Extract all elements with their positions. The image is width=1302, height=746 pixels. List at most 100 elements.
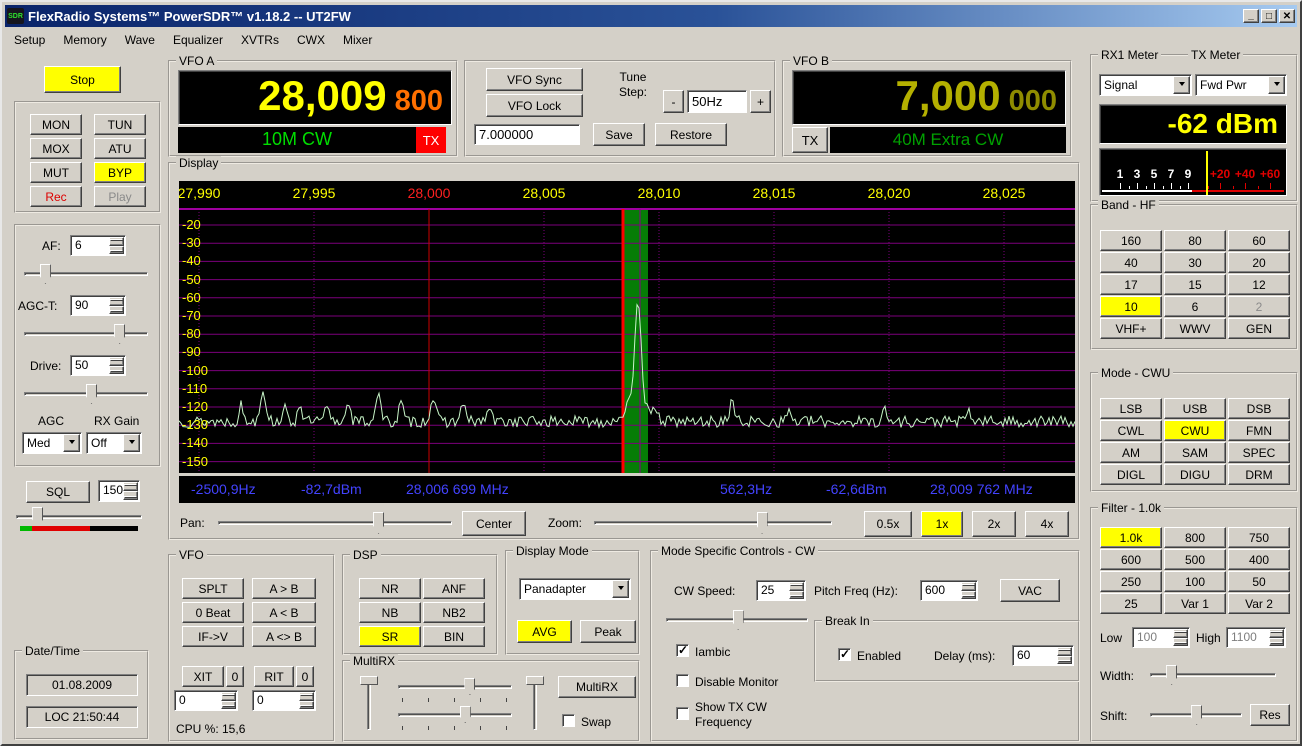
mode-button-digu[interactable]: DIGU bbox=[1164, 464, 1226, 485]
chevron-down-icon[interactable] bbox=[63, 434, 80, 452]
filter-button-100[interactable]: 100 bbox=[1164, 571, 1226, 592]
rx-meter-select[interactable]: Signal bbox=[1099, 74, 1192, 96]
zoom-button-0.5x[interactable]: 0.5x bbox=[864, 511, 912, 537]
band-button-80[interactable]: 80 bbox=[1164, 230, 1226, 251]
memory-frequency-field[interactable]: 7.000000 bbox=[474, 124, 580, 145]
filter-low-spinner[interactable]: 100 bbox=[1132, 627, 1190, 648]
dsp-button-anf[interactable]: ANF bbox=[423, 578, 485, 599]
left-button-mox[interactable]: MOX bbox=[30, 138, 82, 159]
dsp-button-nr[interactable]: NR bbox=[359, 578, 421, 599]
xit-spinner[interactable]: 0 bbox=[174, 690, 238, 711]
filter-button-50[interactable]: 50 bbox=[1228, 571, 1290, 592]
cw-speed-spinner[interactable]: 25 bbox=[756, 580, 806, 601]
pan-slider[interactable] bbox=[216, 512, 454, 534]
chevron-down-icon[interactable] bbox=[1268, 76, 1285, 94]
menu-item-wave[interactable]: Wave bbox=[116, 31, 164, 49]
rit-spinner[interactable]: 0 bbox=[252, 690, 316, 711]
break-in-enabled-checkbox[interactable] bbox=[838, 648, 851, 661]
vfo-button-splt[interactable]: SPLT bbox=[182, 578, 244, 599]
af-spinner[interactable]: 6 bbox=[70, 235, 126, 256]
vfo-a-tx-indicator[interactable]: TX bbox=[416, 127, 446, 153]
left-button-mut[interactable]: MUT bbox=[30, 162, 82, 183]
xit-zero-button[interactable]: 0 bbox=[226, 666, 244, 687]
sql-button[interactable]: SQL bbox=[26, 481, 90, 503]
filter-button-1.0k[interactable]: 1.0k bbox=[1100, 527, 1162, 548]
band-button-12[interactable]: 12 bbox=[1228, 274, 1290, 295]
mode-button-drm[interactable]: DRM bbox=[1228, 464, 1290, 485]
multirx-pan-slider-2[interactable] bbox=[396, 706, 514, 723]
vfo-b-frequency-display[interactable]: 7,000000 bbox=[792, 70, 1066, 125]
center-button[interactable]: Center bbox=[462, 511, 526, 536]
drive-slider[interactable] bbox=[22, 384, 150, 404]
dsp-button-nb[interactable]: NB bbox=[359, 602, 421, 623]
vfo-button-a-b[interactable]: A <> B bbox=[252, 626, 316, 647]
filter-shift-slider[interactable] bbox=[1148, 705, 1244, 725]
maximize-button-icon[interactable]: □ bbox=[1261, 9, 1277, 23]
agc-select[interactable]: Med bbox=[22, 432, 82, 454]
cw-speed-slider[interactable] bbox=[664, 610, 810, 630]
avg-button[interactable]: AVG bbox=[517, 620, 572, 643]
band-button-20[interactable]: 20 bbox=[1228, 252, 1290, 273]
rxgain-select[interactable]: Off bbox=[86, 432, 142, 454]
filter-width-slider[interactable] bbox=[1148, 665, 1278, 685]
multirx-button[interactable]: MultiRX bbox=[558, 676, 636, 698]
mode-button-cwu[interactable]: CWU bbox=[1164, 420, 1226, 441]
chevron-down-icon[interactable] bbox=[123, 434, 140, 452]
multirx-vslider-1[interactable] bbox=[360, 674, 378, 732]
dsp-button-nb2[interactable]: NB2 bbox=[423, 602, 485, 623]
filter-button-var-2[interactable]: Var 2 bbox=[1228, 593, 1290, 614]
vfo-lock-button[interactable]: VFO Lock bbox=[486, 94, 583, 117]
minimize-button-icon[interactable]: _ bbox=[1243, 9, 1259, 23]
menu-item-mixer[interactable]: Mixer bbox=[334, 31, 381, 49]
restore-button[interactable]: Restore bbox=[655, 123, 727, 146]
band-button-gen[interactable]: GEN bbox=[1228, 318, 1290, 339]
menu-item-setup[interactable]: Setup bbox=[5, 31, 54, 49]
filter-button-25[interactable]: 25 bbox=[1100, 593, 1162, 614]
menu-item-memory[interactable]: Memory bbox=[54, 31, 115, 49]
left-button-atu[interactable]: ATU bbox=[94, 138, 146, 159]
af-slider[interactable] bbox=[22, 264, 150, 284]
peak-button[interactable]: Peak bbox=[580, 620, 636, 643]
filter-button-750[interactable]: 750 bbox=[1228, 527, 1290, 548]
mode-button-cwl[interactable]: CWL bbox=[1100, 420, 1162, 441]
mode-button-fmn[interactable]: FMN bbox=[1228, 420, 1290, 441]
filter-button-600[interactable]: 600 bbox=[1100, 549, 1162, 570]
band-button-wwv[interactable]: WWV bbox=[1164, 318, 1226, 339]
rit-zero-button[interactable]: 0 bbox=[296, 666, 314, 687]
mode-button-lsb[interactable]: LSB bbox=[1100, 398, 1162, 419]
stop-button[interactable]: Stop bbox=[44, 66, 121, 93]
swap-checkbox[interactable] bbox=[562, 714, 575, 727]
mode-button-spec[interactable]: SPEC bbox=[1228, 442, 1290, 463]
band-button-30[interactable]: 30 bbox=[1164, 252, 1226, 273]
multirx-vslider-2[interactable] bbox=[526, 674, 544, 732]
menu-item-equalizer[interactable]: Equalizer bbox=[164, 31, 232, 49]
tune-step-value[interactable]: 50Hz bbox=[687, 90, 747, 113]
filter-button-800[interactable]: 800 bbox=[1164, 527, 1226, 548]
save-button[interactable]: Save bbox=[593, 123, 645, 146]
tune-step-plus-button[interactable]: + bbox=[750, 90, 771, 113]
band-button-10[interactable]: 10 bbox=[1100, 296, 1162, 317]
vfo-b-tx-button[interactable]: TX bbox=[792, 127, 828, 153]
zoom-button-4x[interactable]: 4x bbox=[1025, 511, 1069, 537]
rit-button[interactable]: RIT bbox=[254, 666, 294, 687]
vfo-a-frequency-display[interactable]: 28,009800 bbox=[178, 70, 452, 125]
sql-spinner[interactable]: 150 bbox=[98, 480, 140, 502]
vfo-button-if-v[interactable]: IF->V bbox=[182, 626, 244, 647]
filter-high-spinner[interactable]: 1100 bbox=[1226, 627, 1286, 648]
pitch-freq-spinner[interactable]: 600 bbox=[920, 580, 978, 601]
chevron-down-icon[interactable] bbox=[612, 580, 629, 598]
left-button-tun[interactable]: TUN bbox=[94, 114, 146, 135]
dsp-button-bin[interactable]: BIN bbox=[423, 626, 485, 647]
filter-button-var-1[interactable]: Var 1 bbox=[1164, 593, 1226, 614]
res-button[interactable]: Res bbox=[1250, 704, 1290, 726]
mode-button-sam[interactable]: SAM bbox=[1164, 442, 1226, 463]
agct-spinner[interactable]: 90 bbox=[70, 295, 126, 316]
band-button-40[interactable]: 40 bbox=[1100, 252, 1162, 273]
close-button-icon[interactable]: ✕ bbox=[1279, 9, 1295, 23]
left-button-byp[interactable]: BYP bbox=[94, 162, 146, 183]
title-bar[interactable]: SDR FlexRadio Systems™ PowerSDR™ v1.18.2… bbox=[5, 5, 1297, 27]
filter-button-400[interactable]: 400 bbox=[1228, 549, 1290, 570]
tune-step-minus-button[interactable]: - bbox=[663, 90, 684, 113]
agct-slider[interactable] bbox=[22, 324, 150, 344]
vac-button[interactable]: VAC bbox=[1000, 579, 1060, 602]
